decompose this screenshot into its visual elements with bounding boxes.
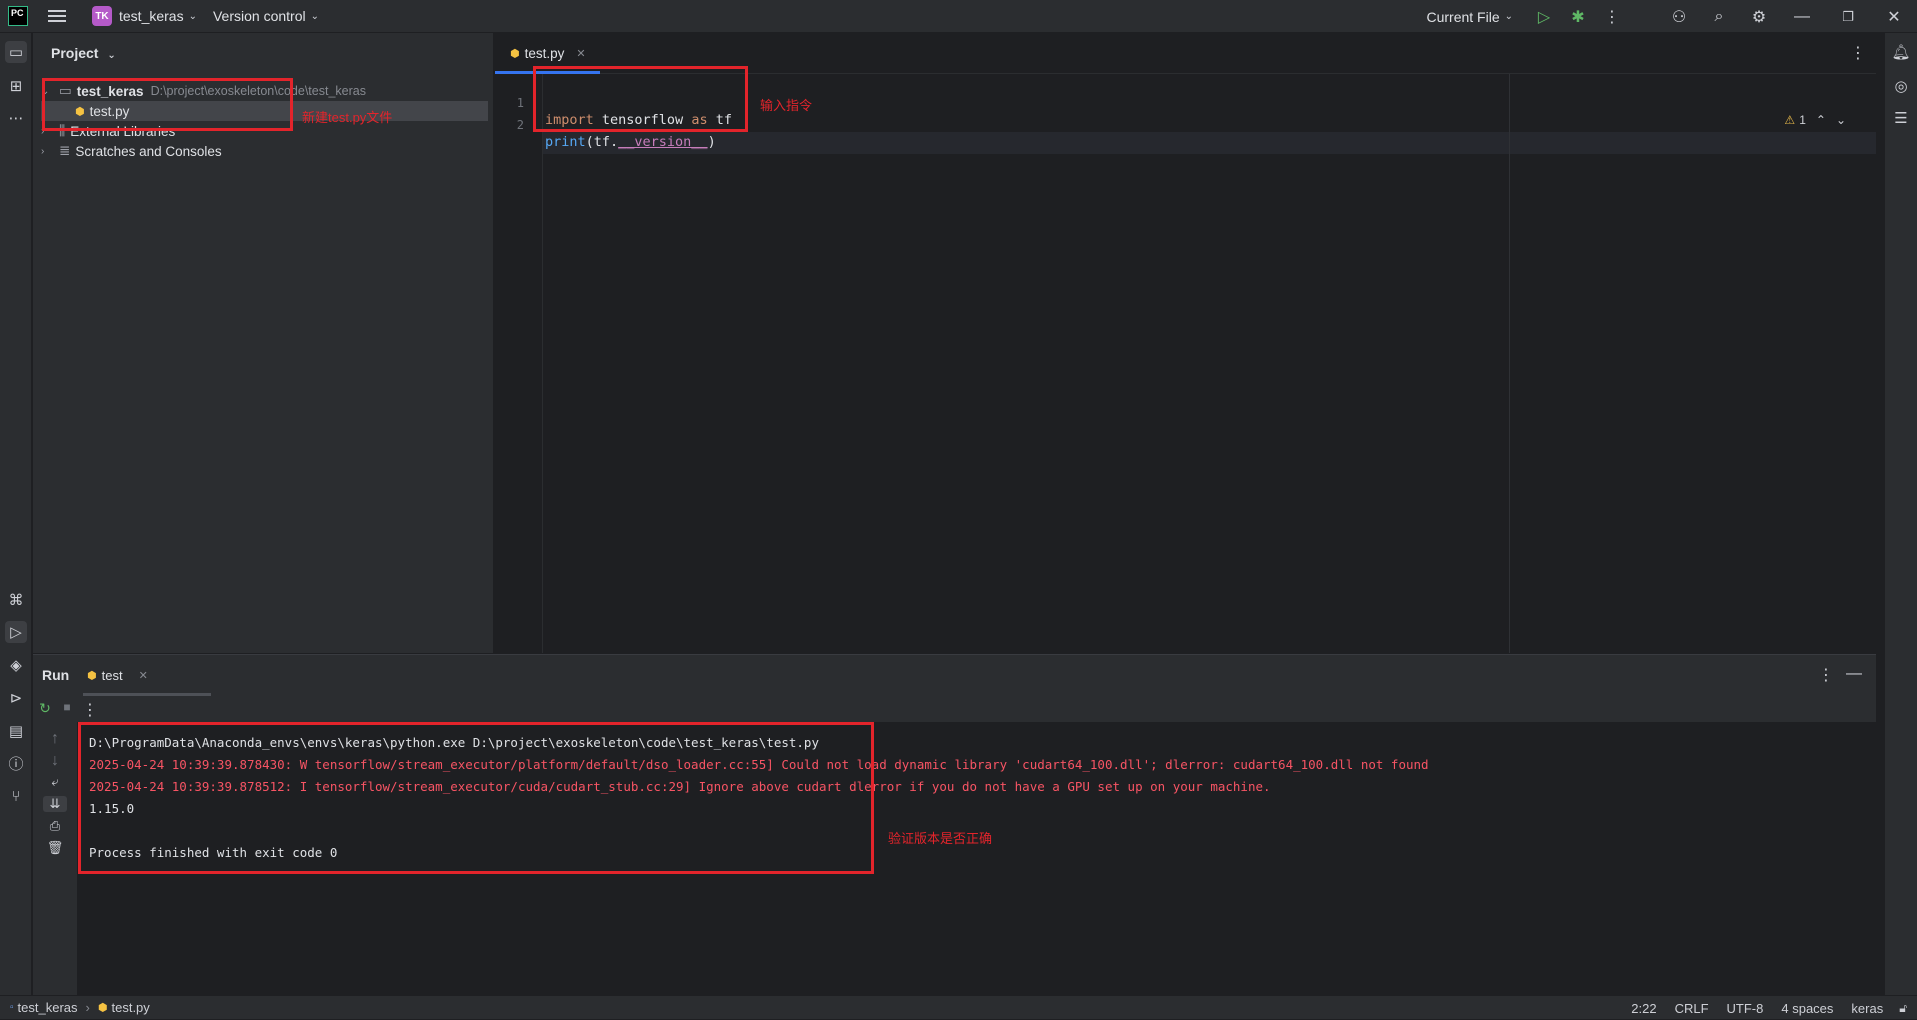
- editor-options-icon[interactable]: ⋮: [1848, 43, 1868, 63]
- current-line-highlight: [543, 132, 1876, 154]
- run-toolbar: ↻ ■ ⋮: [33, 696, 1876, 722]
- search-icon[interactable]: ⌕: [1699, 8, 1739, 26]
- run-header: Run ⬢ test ✕ ⋮ —: [33, 655, 1876, 696]
- minimize-icon[interactable]: —: [1779, 8, 1825, 26]
- chevron-up-icon[interactable]: ⌃: [1816, 113, 1826, 127]
- main-menu-icon[interactable]: [48, 7, 66, 25]
- close-icon[interactable]: ✕: [1871, 7, 1917, 27]
- run-tool-icon[interactable]: ▷: [5, 621, 27, 643]
- run-icon[interactable]: ▷: [1527, 7, 1561, 27]
- run-config-selector[interactable]: Current File ⌄: [1426, 0, 1513, 33]
- lock-icon[interactable]: 🔓︎: [1899, 1001, 1907, 1016]
- scratches-icon: ≣: [59, 143, 71, 158]
- scroll-up-icon[interactable]: ↑: [45, 730, 65, 748]
- run-tab-test[interactable]: ⬢ test ✕: [83, 655, 211, 696]
- warning-icon: ⚠: [1784, 113, 1796, 127]
- scratches-label: Scratches and Consoles: [75, 143, 222, 159]
- breadcrumb-separator-icon: ›: [85, 1000, 90, 1015]
- structure-icon[interactable]: ⊞: [5, 75, 27, 97]
- annotation-verify: 验证版本是否正确: [888, 831, 993, 846]
- chevron-down-icon: ⌄: [1504, 11, 1513, 22]
- python-file-icon: ⬢: [510, 48, 520, 60]
- breadcrumb-project[interactable]: test_keras: [18, 1000, 78, 1015]
- layers-icon[interactable]: ◈: [5, 654, 27, 676]
- file-encoding[interactable]: UTF-8: [1727, 1001, 1764, 1016]
- left-tool-strip: ▭ ⊞ ⋯ ⌘ ▷ ◈ ⊳ ▤ ⓘ ⑂: [0, 33, 32, 995]
- terminal-icon[interactable]: ▤: [5, 720, 27, 742]
- code-line-2[interactable]: print(tf.__version__): [545, 134, 716, 150]
- restore-icon[interactable]: ❐: [1825, 9, 1871, 25]
- hide-panel-icon[interactable]: —: [1844, 665, 1864, 683]
- right-margin-guide: [1509, 74, 1510, 653]
- breadcrumb-file[interactable]: test.py: [111, 1000, 149, 1015]
- database-icon[interactable]: ☰: [1890, 107, 1912, 129]
- warning-count: 1: [1799, 113, 1806, 127]
- python-file-icon: ⬢: [97, 1002, 108, 1014]
- scroll-to-end-icon[interactable]: ⇊: [43, 796, 67, 812]
- more-actions-icon[interactable]: ⋮: [1595, 7, 1629, 27]
- close-tab-icon[interactable]: ✕: [576, 47, 585, 60]
- pycharm-logo: PC: [8, 6, 28, 26]
- chevron-down-icon: ⌄: [188, 10, 197, 22]
- ai-assistant-icon[interactable]: ◎: [1890, 75, 1912, 97]
- python-file-icon: ⬢: [87, 670, 97, 682]
- scroll-down-icon[interactable]: ↓: [45, 752, 65, 770]
- tab-label: test.py: [524, 46, 565, 61]
- line-number-gutter: 1 2: [495, 74, 543, 653]
- stop-icon[interactable]: ■: [58, 700, 76, 714]
- run-options-icon[interactable]: ⋮: [1816, 665, 1836, 685]
- python-console-icon[interactable]: ⌘: [5, 589, 27, 611]
- print-icon[interactable]: ⎙: [45, 818, 65, 834]
- annotation-box-output: [78, 722, 874, 874]
- more-actions-icon[interactable]: ⋮: [81, 700, 99, 720]
- vcs-menu[interactable]: Version control ⌄: [213, 0, 319, 33]
- title-bar: PC TK test_keras ⌄ Version control ⌄ Cur…: [0, 0, 1917, 33]
- right-tool-strip: 🔔︎ ◎ ☰: [1884, 33, 1917, 995]
- notifications-icon[interactable]: 🔔︎: [1890, 41, 1912, 63]
- project-panel-title[interactable]: Project ⌄: [51, 45, 116, 61]
- run-tab-label: test: [101, 668, 123, 683]
- line-number: 2: [516, 118, 524, 132]
- inspection-widget[interactable]: ⚠ 1 ⌃ ⌄: [1784, 113, 1846, 127]
- module-icon: ▫: [10, 1002, 14, 1013]
- project-switcher[interactable]: TK test_keras ⌄: [92, 0, 197, 33]
- tree-scratches[interactable]: › ≣ Scratches and Consoles: [41, 141, 222, 161]
- chevron-right-icon[interactable]: ›: [41, 146, 53, 157]
- annotation-input-cmd: 输入指令: [760, 98, 813, 113]
- run-config-label: Current File: [1426, 8, 1500, 25]
- run-side-toolbar: ↑ ↓ ⤶ ⇊ ⎙ 🗑︎: [33, 722, 77, 996]
- caret-position[interactable]: 2:22: [1631, 1001, 1656, 1016]
- python-interpreter[interactable]: keras: [1851, 1001, 1883, 1016]
- line-separator[interactable]: CRLF: [1675, 1001, 1709, 1016]
- annotation-box-file: [42, 78, 293, 131]
- indent-setting[interactable]: 4 spaces: [1781, 1001, 1833, 1016]
- annotation-box-code: [533, 66, 748, 132]
- chevron-down-icon: ⌄: [310, 10, 319, 22]
- more-tools-icon[interactable]: ⋯: [5, 107, 27, 129]
- annotation-new-file: 新建test.py文件: [302, 110, 393, 125]
- status-bar: ▫ test_keras › ⬢ test.py 2:22 CRLF UTF-8…: [0, 995, 1917, 1019]
- project-name: test_keras: [119, 8, 184, 24]
- debug-icon[interactable]: ✱: [1561, 7, 1595, 27]
- run-title: Run: [42, 667, 70, 683]
- close-tab-icon[interactable]: ✕: [139, 669, 148, 682]
- problems-icon[interactable]: ⓘ: [5, 752, 27, 774]
- chevron-down-icon[interactable]: ⌄: [1836, 113, 1846, 127]
- settings-icon[interactable]: ⚙: [1739, 7, 1779, 27]
- rerun-icon[interactable]: ↻: [36, 700, 54, 717]
- vcs-label: Version control: [212, 8, 306, 24]
- line-number: 1: [516, 96, 524, 110]
- trash-icon[interactable]: 🗑︎: [45, 840, 65, 856]
- project-folder-icon[interactable]: ▭: [5, 41, 27, 63]
- soft-wrap-icon[interactable]: ⤶: [45, 774, 65, 790]
- git-icon[interactable]: ⑂: [5, 785, 27, 807]
- add-user-icon[interactable]: ⚇: [1659, 7, 1699, 27]
- project-badge: TK: [92, 6, 112, 26]
- services-icon[interactable]: ⊳: [5, 687, 27, 709]
